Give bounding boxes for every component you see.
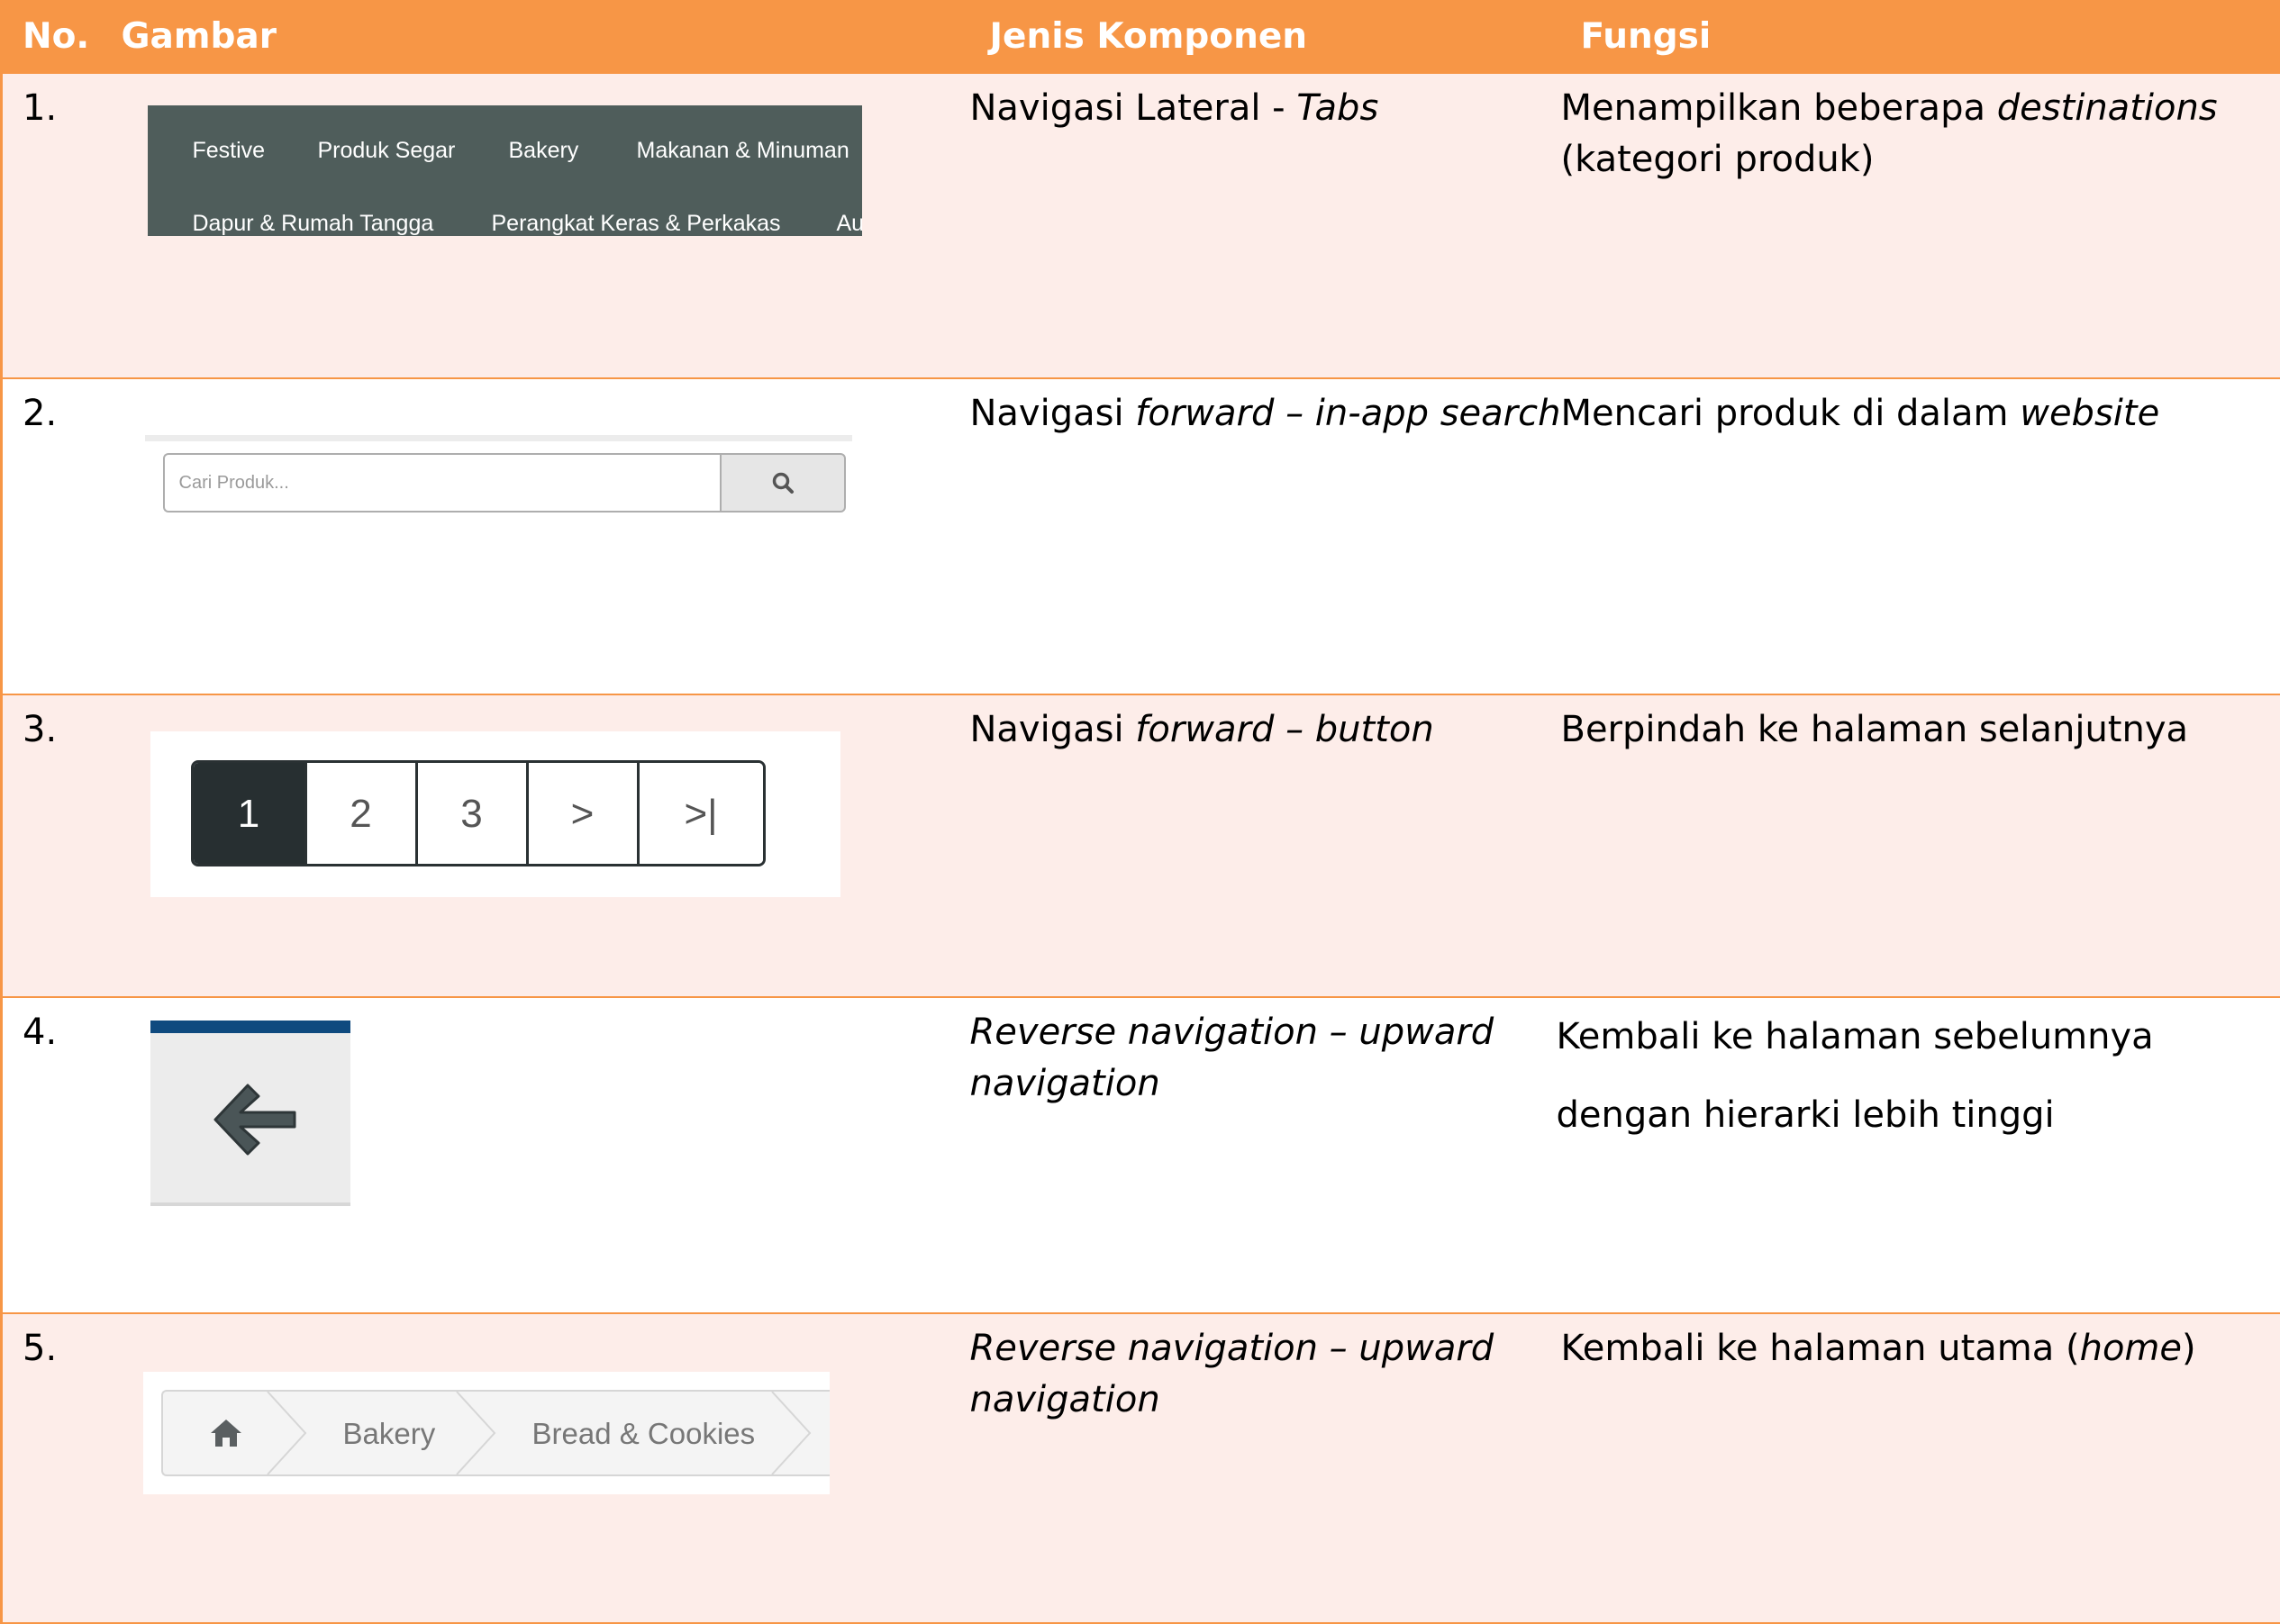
tab-bakery[interactable]: Bakery [509,125,579,177]
header-component-type: Jenis Komponen [970,0,1561,73]
header-function: Fungsi [1561,0,2280,73]
search-input[interactable]: Cari Produk... [163,453,720,513]
row-image: Cari Produk... [96,378,970,694]
component-type: Reverse navigation – upward navigation [970,997,1561,1313]
component-function: Kembali ke halaman utama (home) [1561,1313,2280,1623]
page-3-button[interactable]: 3 [415,763,526,864]
breadcrumb: Bakery Bread & Cookies [161,1390,830,1476]
breadcrumb-item-bakery[interactable]: Bakery [343,1392,436,1474]
search-screenshot: Cari Produk... [145,435,852,512]
component-function: Berpindah ke halaman selanjutnya [1561,694,2280,997]
table-row: 1. Festive Produk Segar Bakery Makanan &… [2,73,2280,378]
arrow-left-icon [150,1033,350,1206]
table-row: 4. Reverse navigation – upward navigatio… [2,997,2280,1313]
table-row: 2. Cari Produk... Navigasi for [2,378,2280,694]
component-function: Menampilkan beberapa destinations (kateg… [1561,73,2280,378]
search-placeholder: Cari Produk... [179,458,289,509]
row-image: Festive Produk Segar Bakery Makanan & Mi… [96,73,970,378]
component-function: Kembali ke halaman sebelumnya dengan hie… [1561,997,2280,1313]
breadcrumb-screenshot: Bakery Bread & Cookies [143,1372,830,1494]
navigation-components-table: No. Gambar Jenis Komponen Fungsi 1. Fest… [0,0,2280,1624]
search-icon [771,471,795,494]
tab-truncated[interactable]: Au [837,198,862,236]
row-number: 4. [2,997,96,1313]
row-image [96,997,970,1313]
row-image: Bakery Bread & Cookies [96,1313,970,1623]
pagination-screenshot: 1 2 3 > >| [150,731,840,897]
component-function: Mencari produk di dalam website [1561,378,2280,694]
header-image: Gambar [96,0,970,73]
last-page-button[interactable]: >| [637,763,763,864]
breadcrumb-item-bread-cookies[interactable]: Bread & Cookies [532,1392,756,1474]
component-type: Navigasi Lateral - Tabs [970,73,1561,378]
next-page-button[interactable]: > [526,763,637,864]
tab-festive[interactable]: Festive [193,125,266,177]
row-number: 3. [2,694,96,997]
page-2-button[interactable]: 2 [304,763,415,864]
component-type: Navigasi forward – in-app search [970,378,1561,694]
row-number: 2. [2,378,96,694]
table-row: 3. 1 2 3 > >| Navigasi forward – button … [2,694,2280,997]
search-button[interactable] [720,453,846,513]
tab-dapur-rumah-tangga[interactable]: Dapur & Rumah Tangga [193,198,434,236]
table-header-row: No. Gambar Jenis Komponen Fungsi [2,0,2280,73]
row-image: 1 2 3 > >| [96,694,970,997]
back-button-screenshot[interactable] [150,1021,350,1206]
component-type: Reverse navigation – upward navigation [970,1313,1561,1623]
pagination: 1 2 3 > >| [191,760,766,866]
tab-makanan-minuman[interactable]: Makanan & Minuman [637,125,849,177]
table-row: 5. Bakery Bread & Cookies [2,1313,2280,1623]
component-type: Navigasi forward – button [970,694,1561,997]
header-no: No. [2,0,96,73]
tabs-screenshot: Festive Produk Segar Bakery Makanan & Mi… [148,105,862,236]
tab-perangkat-keras[interactable]: Perangkat Keras & Perkakas [492,198,781,236]
tab-produk-segar[interactable]: Produk Segar [318,125,456,177]
row-number: 1. [2,73,96,378]
row-number: 5. [2,1313,96,1623]
page-1-button[interactable]: 1 [194,763,304,864]
